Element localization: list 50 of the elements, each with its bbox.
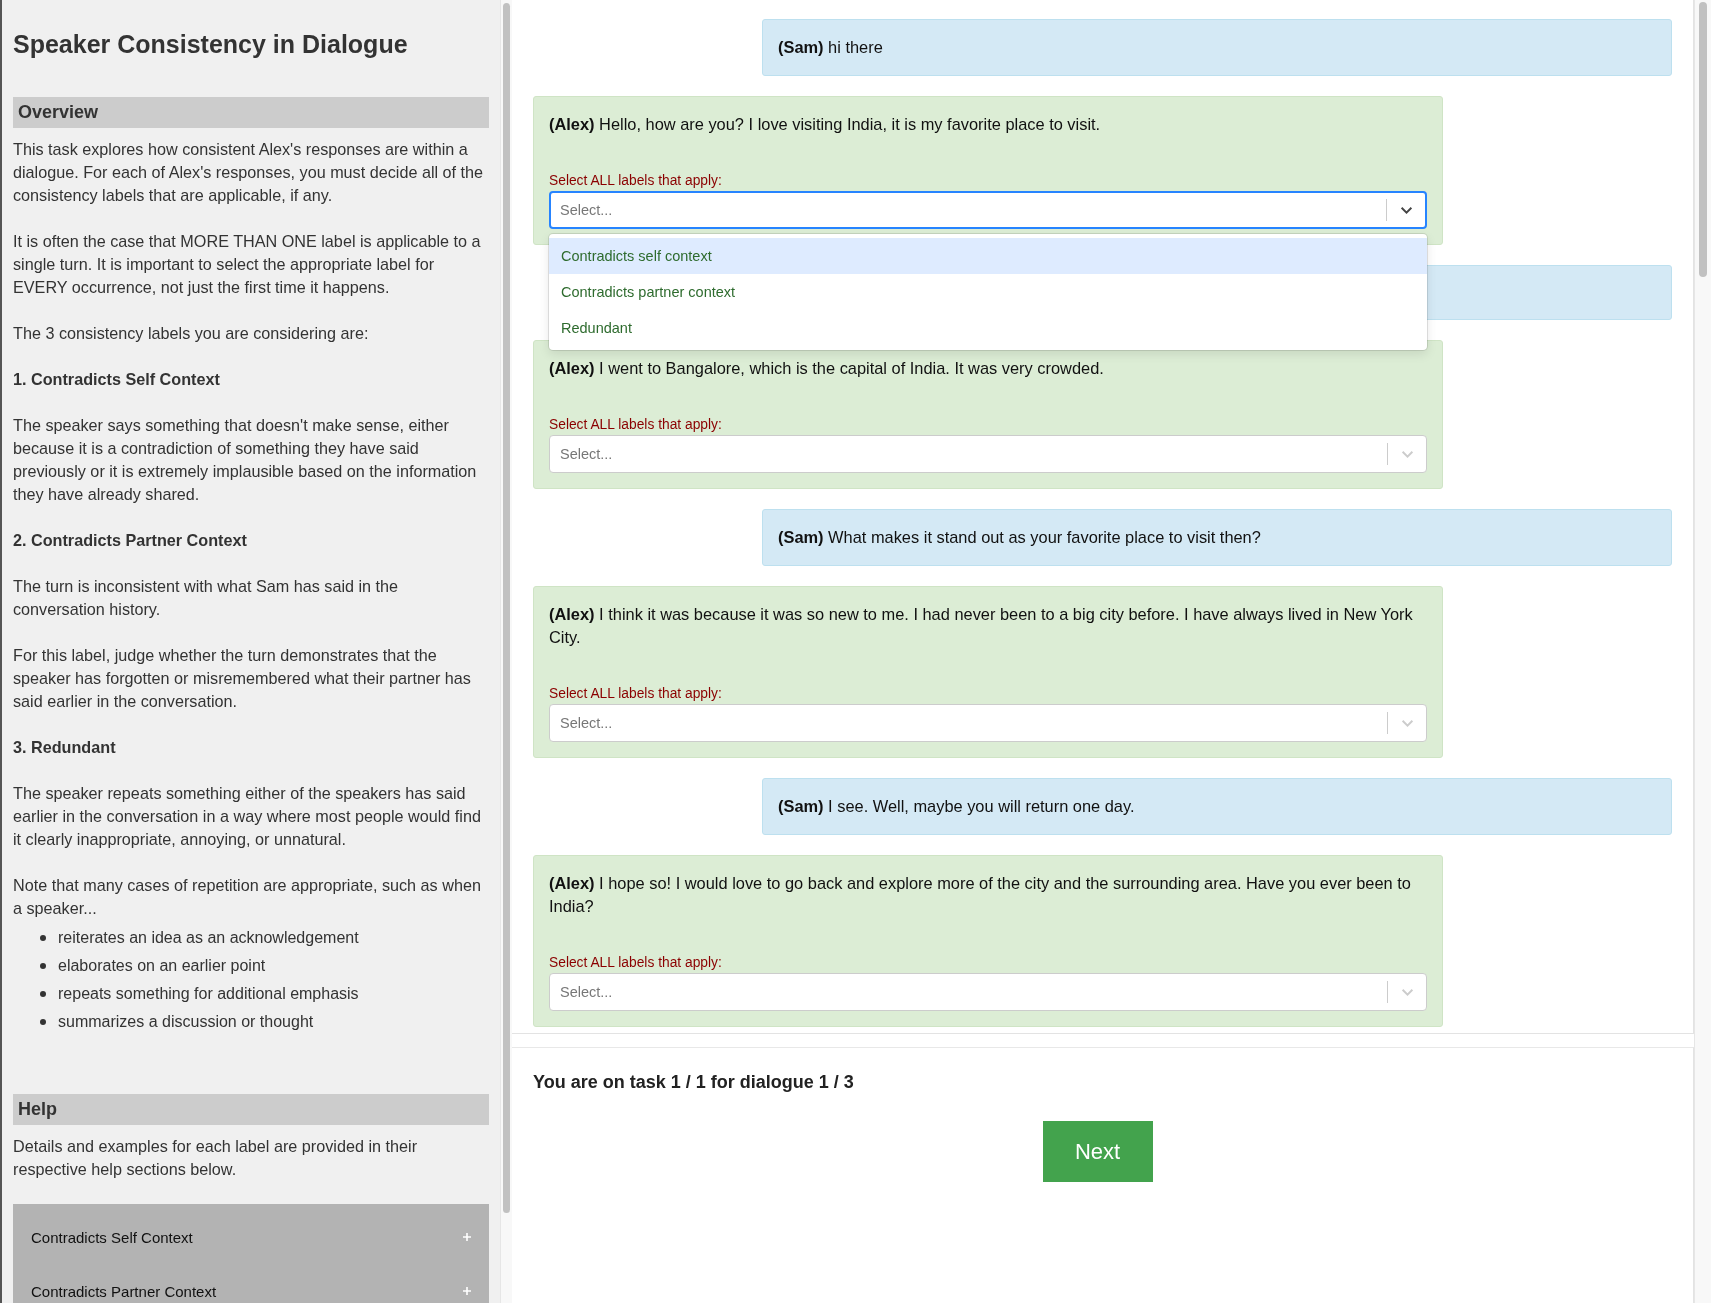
field-label: Select ALL labels that apply: xyxy=(549,173,723,188)
select-field[interactable]: Select... xyxy=(549,191,1427,229)
partner-message: (Sam) I see. Well, maybe you will return one day. xyxy=(762,778,1672,835)
paragraph: The turn is inconsistent with what Sam has said in the conversation history. xyxy=(13,576,400,620)
paragraph: It is often the case that MORE THAN ONE label is applicable to a single turn. It is important to select the appropriate label for EVERY occurrence, not just the first time it happens. xyxy=(13,231,482,298)
list-item: reiterates an idea as an acknowledgement xyxy=(58,928,359,948)
field-label: Select ALL labels that apply: xyxy=(549,417,723,432)
label-heading: 3. Redundant xyxy=(13,737,117,758)
plus-icon[interactable] xyxy=(462,1286,472,1296)
paragraph: Details and examples for each label are provided in their respective help sections below. xyxy=(13,1136,419,1180)
bullet-icon xyxy=(40,935,46,941)
next-button[interactable]: Next xyxy=(1042,1121,1153,1182)
dropdown-option[interactable]: Contradicts partner context xyxy=(549,274,1427,310)
scrollbar[interactable] xyxy=(500,0,512,1303)
response-text: (Alex) Hello, how are you? I love visiting India, it is my favorite place to visit. xyxy=(549,114,1102,135)
section-heading: Overview xyxy=(13,97,489,128)
response-text: (Alex) I think it was because it was so new to me. I had never been to a big city before. I have always lived in New York City. xyxy=(549,604,1414,648)
label-heading: 2. Contradicts Partner Context xyxy=(13,530,248,551)
partner-message: (Sam) hi there xyxy=(762,19,1672,76)
response-text: (Alex) I went to Bangalore, which is the capital of India. It was very crowded. xyxy=(549,358,1105,379)
bullet-icon xyxy=(40,1019,46,1025)
chevron-down-icon[interactable] xyxy=(1400,205,1413,215)
select-field[interactable]: Select... xyxy=(549,973,1427,1011)
field-label: Select ALL labels that apply: xyxy=(549,686,723,701)
select-field[interactable]: Select... xyxy=(549,435,1427,473)
dropdown-option[interactable]: Contradicts self context xyxy=(549,238,1427,274)
paragraph: The speaker repeats something either of the speakers has said earlier in the conversation in a way where most people would find it clearly inappropriate, annoying, or unnatural. xyxy=(13,783,482,850)
page-title: Speaker Consistency in Dialogue xyxy=(13,30,409,59)
accordion-header[interactable]: Contradicts Partner Context xyxy=(31,1282,217,1300)
section-heading: Help xyxy=(13,1094,489,1125)
partner-message: (Sam) What makes it stand out as your favorite place to visit then? xyxy=(762,509,1672,566)
paragraph: This task explores how consistent Alex's responses are within a dialogue. For each of Alex's responses, you must decide all of the consistency labels that are applicable, if any. xyxy=(13,139,485,206)
list-item: summarizes a discussion or thought xyxy=(58,1012,314,1032)
response-text: (Alex) I hope so! I would love to go back and explore more of the city and the surrounding area. Have you ever been to India? xyxy=(549,873,1412,917)
accordion-header[interactable]: Contradicts Self Context xyxy=(31,1228,193,1246)
paragraph: Note that many cases of repetition are appropriate, such as when a speaker... xyxy=(13,875,482,919)
plus-icon[interactable] xyxy=(462,1232,472,1242)
paragraph: For this label, judge whether the turn demonstrates that the speaker has forgotten or misremembered what their partner has said earlier in the conversation. xyxy=(13,645,472,712)
bullet-icon xyxy=(40,991,46,997)
dropdown-option[interactable]: Redundant xyxy=(549,310,1427,346)
scrollbar[interactable] xyxy=(1694,0,1711,1303)
paragraph: The 3 consistency labels you are considering are: xyxy=(13,323,370,344)
select-field[interactable]: Select... xyxy=(549,704,1427,742)
progress-text: You are on task 1 / 1 for dialogue 1 / 3 xyxy=(533,1072,855,1093)
label-heading: 1. Contradicts Self Context xyxy=(13,369,221,390)
list-item: repeats something for additional emphasis xyxy=(58,984,359,1004)
bullet-icon xyxy=(40,963,46,969)
list-item: elaborates on an earlier point xyxy=(58,956,266,976)
paragraph: The speaker says something that doesn't make sense, either because it is a contradiction of something they have said previously or it is extremely implausible based on the information they have already shared. xyxy=(13,415,478,505)
field-label: Select ALL labels that apply: xyxy=(549,955,723,970)
